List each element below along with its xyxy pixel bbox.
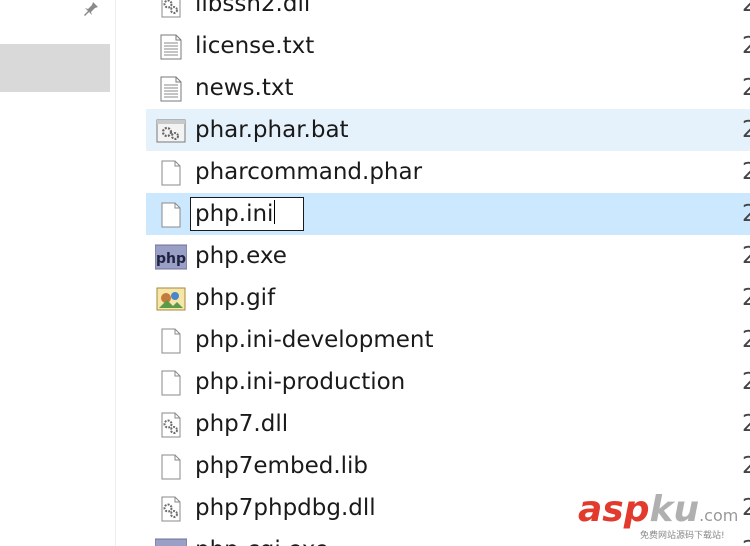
dll-gear-icon xyxy=(155,0,187,18)
file-row[interactable]: libssh2.dll 2 xyxy=(146,0,750,25)
svg-text:php: php xyxy=(156,251,186,267)
file-date-modified: 2 xyxy=(742,243,750,269)
file-date-modified: 2 xyxy=(742,411,750,437)
file-row[interactable]: php.ini-production 2 xyxy=(146,361,750,403)
blank-file-icon xyxy=(155,202,187,228)
file-name: phar.phar.bat xyxy=(195,117,349,143)
file-date-modified: 2 xyxy=(742,33,750,59)
blank-file-icon xyxy=(155,454,187,480)
file-name: php7.dll xyxy=(195,411,289,437)
dll-gear-icon xyxy=(155,412,187,438)
file-date-modified: 2 xyxy=(742,369,750,395)
file-name: php7embed.lib xyxy=(195,453,369,479)
file-name: php.gif xyxy=(195,285,276,311)
file-row[interactable]: php php.exe 2 xyxy=(146,235,750,277)
file-date-modified: 2 xyxy=(742,201,750,227)
blank-file-icon xyxy=(155,328,187,354)
file-name: php-cgi.exe xyxy=(195,535,329,546)
blank-file-icon xyxy=(155,160,187,186)
php-exe-icon: php xyxy=(154,538,188,546)
file-row[interactable]: news.txt 2 xyxy=(146,67,750,109)
rename-input-value: php.ini xyxy=(195,200,276,227)
gif-image-icon xyxy=(155,286,187,312)
file-row[interactable]: phar.phar.bat 2 xyxy=(146,109,750,151)
file-name: news.txt xyxy=(195,75,294,101)
file-name: libssh2.dll xyxy=(195,0,311,17)
file-name: php.exe xyxy=(195,243,287,269)
text-file-icon xyxy=(155,34,187,60)
file-row[interactable]: php.ini-development 2 xyxy=(146,319,750,361)
file-name: php7phpdbg.dll xyxy=(195,495,376,521)
file-date-modified: 2 xyxy=(742,159,750,185)
file-row[interactable]: php.ini 2 xyxy=(146,193,750,235)
text-caret xyxy=(274,200,276,224)
file-row[interactable]: php7.dll 2 xyxy=(146,403,750,445)
file-row[interactable]: php.gif 2 xyxy=(146,277,750,319)
pin-icon[interactable] xyxy=(82,0,106,22)
file-row[interactable]: license.txt 2 xyxy=(146,25,750,67)
file-date-modified: 2 xyxy=(742,285,750,311)
file-date-modified: 2 xyxy=(742,117,750,143)
file-date-modified: 2 xyxy=(742,327,750,353)
file-name: php.ini-development xyxy=(195,327,434,353)
file-explorer-window: libssh2.dll 2 license.txt 2 news.txt 2 phar.ph… xyxy=(0,0,750,546)
navigation-pane xyxy=(0,0,116,546)
text-file-icon xyxy=(155,76,187,102)
watermark-tagline: 免费网站源码下载站! xyxy=(640,531,725,541)
nav-item-selected[interactable] xyxy=(0,44,110,92)
file-list: libssh2.dll 2 license.txt 2 news.txt 2 phar.ph… xyxy=(146,0,750,546)
dll-gear-icon xyxy=(155,496,187,522)
watermark-logo: aspku.com 免费网站源码下载站! xyxy=(578,490,750,546)
rename-input[interactable]: php.ini xyxy=(190,197,304,231)
file-row[interactable]: php7embed.lib 2 xyxy=(146,445,750,487)
blank-file-icon xyxy=(155,370,187,396)
file-row[interactable]: pharcommand.phar 2 xyxy=(146,151,750,193)
file-date-modified: 2 xyxy=(742,75,750,101)
file-name: license.txt xyxy=(195,33,315,59)
php-exe-icon: php xyxy=(154,244,188,270)
file-date-modified: 2 xyxy=(742,0,750,17)
file-name: php.ini-production xyxy=(195,369,406,395)
file-date-modified: 2 xyxy=(742,453,750,479)
file-name: pharcommand.phar xyxy=(195,159,423,185)
batch-file-icon xyxy=(155,118,187,144)
